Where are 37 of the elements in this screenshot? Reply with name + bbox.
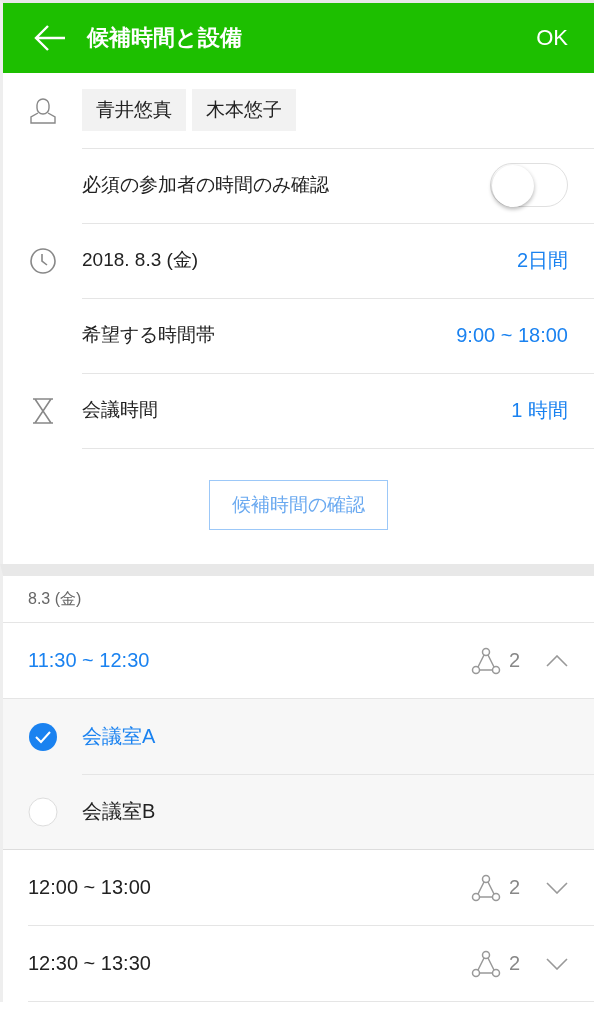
network-icon xyxy=(470,949,501,978)
duration-value[interactable]: 2日間 xyxy=(516,246,568,274)
room-name: 会議室A xyxy=(82,723,156,749)
participant-count: 2 xyxy=(508,876,520,899)
checked-radio[interactable] xyxy=(27,721,58,752)
time-slot-row[interactable]: 12:30 ~ 13:30 2 xyxy=(28,926,594,1002)
setting-label: 希望する時間帯 xyxy=(82,323,216,347)
back-arrow-icon xyxy=(33,23,67,53)
time-range-value: 9:00 ~ 18:00 xyxy=(456,323,568,347)
chevron-up-icon[interactable] xyxy=(546,654,568,667)
setting-label: 必須の参加者の時間のみ確認 xyxy=(82,173,330,197)
date-heading: 8.3 (金) xyxy=(3,576,594,623)
meeting-length-value: 1 時間 xyxy=(511,397,568,423)
participant-chip: 青井悠真 xyxy=(82,89,186,131)
date-value: 2018. 8.3 (金) xyxy=(82,248,200,272)
chevron-down-icon[interactable] xyxy=(546,957,568,970)
screen-title: 候補時間と設備 xyxy=(87,24,243,52)
network-icon xyxy=(470,873,501,902)
participant-count: 2 xyxy=(508,952,520,975)
room-name: 会議室B xyxy=(82,799,156,824)
ok-button[interactable]: OK xyxy=(536,25,568,51)
time-slot-row[interactable]: 12:00 ~ 13:00 2 xyxy=(28,850,594,926)
time-slot: 12:30 ~ 13:30 xyxy=(28,952,471,975)
unchecked-radio[interactable] xyxy=(27,796,58,827)
clock-icon xyxy=(28,246,57,275)
check-times-button[interactable]: 候補時間の確認 xyxy=(209,480,388,530)
participant-chip: 木本悠子 xyxy=(192,89,296,131)
time-slot: 12:00 ~ 13:00 xyxy=(28,876,471,899)
hourglass-icon xyxy=(31,397,54,424)
time-slot: 11:30 ~ 12:30 xyxy=(28,649,471,672)
setting-label: 会議時間 xyxy=(82,398,159,422)
chevron-down-icon[interactable] xyxy=(546,881,568,894)
participant-count: 2 xyxy=(508,649,520,672)
back-button[interactable] xyxy=(33,23,67,53)
person-icon xyxy=(27,95,58,126)
toggle-switch[interactable] xyxy=(490,163,568,207)
network-icon xyxy=(470,646,501,675)
